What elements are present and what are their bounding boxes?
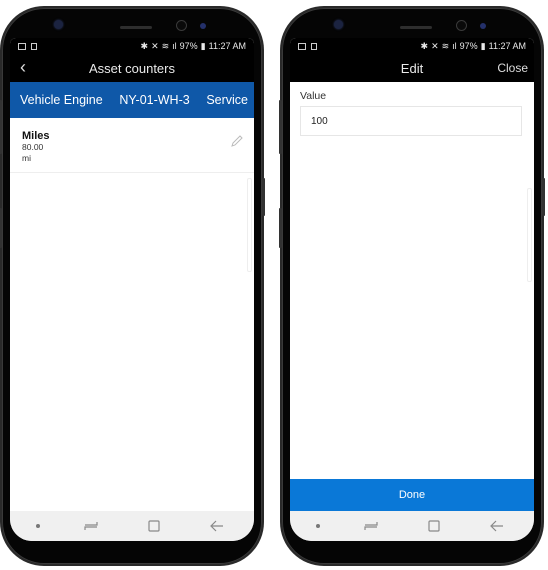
sim-icon [311,42,317,50]
power-button [262,178,265,216]
volume-button [279,100,282,154]
home-icon[interactable] [142,516,166,536]
signal-icon: ıl [452,41,457,51]
screen-asset-counters: ✱ ✕ ≋ ıl 97% ▮ 11:27 AM ‹ Asset counters… [10,38,254,541]
android-nav-bar [290,511,534,541]
back-arrow-icon[interactable] [205,516,229,536]
battery-icon: ▮ [200,40,206,51]
scrollbar[interactable] [247,178,252,272]
mute-icon: ✕ [431,40,439,51]
page-title: Asset counters [89,60,175,76]
title-bar: ‹ Asset counters [10,54,254,82]
counter-list-item[interactable]: Miles 80.00 mi [10,118,254,173]
counter-name: Miles [22,130,50,142]
sensor-icon [54,20,63,29]
value-field-label: Value [300,90,327,102]
pencil-icon[interactable] [230,134,244,148]
phone-frame-left: ✱ ✕ ≋ ıl 97% ▮ 11:27 AM ‹ Asset counters… [0,8,265,564]
clock: 11:27 AM [208,41,246,51]
sim-icon [31,42,37,50]
front-camera-icon [176,20,187,31]
volume-button [0,100,2,154]
title-bar: Edit Close [290,54,534,82]
bluetooth-icon: ✱ [420,40,429,51]
battery-percent: 97% [179,41,198,51]
screen-edit: ✱ ✕ ≋ ıl 97% ▮ 11:27 AM Edit Close Value… [290,38,534,541]
bixby-button [0,208,2,248]
wifi-icon: ≋ [161,40,170,51]
image-icon [298,42,306,50]
scrollbar[interactable] [527,188,532,282]
counter-value: 80.00 [22,142,44,152]
earpiece-speaker [120,26,152,29]
front-camera-icon [456,20,467,31]
clock: 11:27 AM [488,41,526,51]
top-bezel [282,8,542,38]
earpiece-speaker [400,26,432,29]
recent-apps-icon[interactable] [359,516,383,536]
close-button[interactable]: Close [497,61,528,75]
back-arrow-icon[interactable] [485,516,509,536]
top-bezel [2,8,262,38]
asset-category: Service [206,93,248,107]
status-bar: ✱ ✕ ≋ ıl 97% ▮ 11:27 AM [10,38,254,54]
sensor-icon [334,20,343,29]
bixby-button [279,208,282,248]
asset-id: NY-01-WH-3 [119,93,190,107]
page-title: Edit [400,60,424,76]
status-bar: ✱ ✕ ≋ ıl 97% ▮ 11:27 AM [290,38,534,54]
battery-percent: 97% [459,41,478,51]
iris-scanner-icon [200,23,206,29]
home-icon[interactable] [422,516,446,536]
battery-icon: ▮ [480,40,486,51]
recent-apps-icon[interactable] [79,516,103,536]
asset-header: Vehicle Engine NY-01-WH-3 Service [10,82,254,118]
phone-frame-right: ✱ ✕ ≋ ıl 97% ▮ 11:27 AM Edit Close Value… [279,8,545,564]
bluetooth-icon: ✱ [140,40,149,51]
iris-scanner-icon [480,23,486,29]
dot-icon[interactable] [315,524,320,528]
dot-icon[interactable] [35,524,40,528]
mute-icon: ✕ [151,40,159,51]
image-icon [18,42,26,50]
wifi-icon: ≋ [441,40,450,51]
value-input[interactable] [300,106,522,136]
power-button [542,178,545,216]
counter-unit: mi [22,153,31,163]
done-button[interactable]: Done [290,479,534,511]
chevron-left-icon[interactable]: ‹ [20,58,26,76]
asset-type: Vehicle Engine [20,93,103,107]
android-nav-bar [10,511,254,541]
signal-icon: ıl [172,41,177,51]
